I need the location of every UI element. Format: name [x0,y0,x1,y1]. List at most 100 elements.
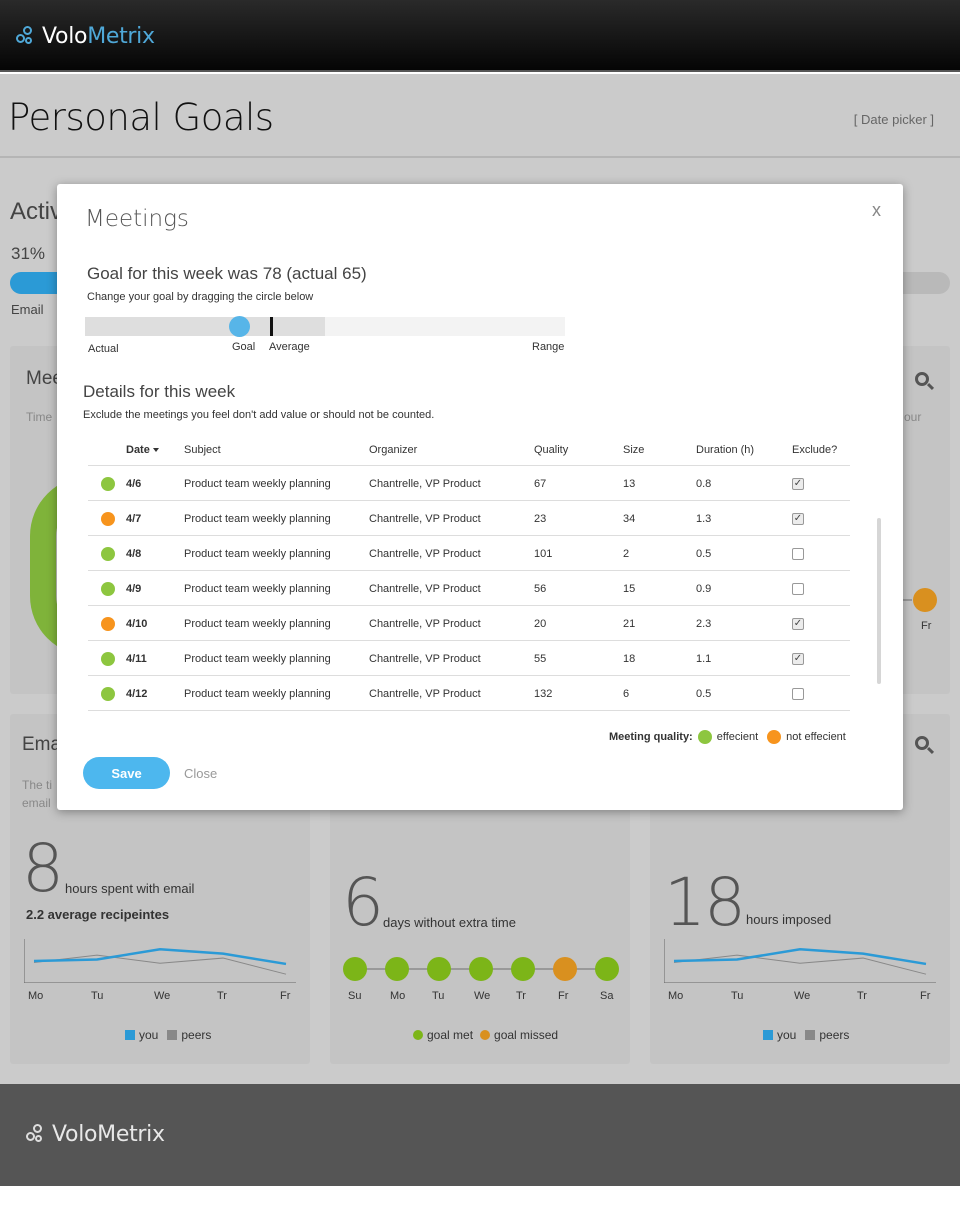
column-header-date[interactable]: Date [126,444,159,456]
day-status-dot [553,957,577,981]
day-label: Tr [217,990,227,1002]
cell-duration: 1.3 [696,513,712,525]
column-header-size[interactable]: Size [623,444,644,456]
day-label: Su [348,990,362,1002]
volometrix-logo-icon [16,25,38,48]
you-series-line [673,948,927,966]
cell-organizer: Chantrelle, VP Product [369,478,481,490]
table-row: 4/12 Product team weekly planning Chantrel… [88,676,850,711]
cell-date: 4/6 [126,478,142,490]
day-label: Mo [28,990,44,1002]
exclude-checkbox[interactable] [792,548,804,560]
exclude-checkbox[interactable]: ✓ [792,618,804,630]
page-title: Personal Goals [8,96,274,139]
cell-organizer: Chantrelle, VP Product [369,688,481,700]
range-shaded-area [85,317,325,336]
you-series-line [33,948,287,966]
exclude-checkbox[interactable]: ✓ [792,653,804,665]
legend-peers-swatch [167,1030,178,1040]
day-label: Tu [731,990,744,1002]
email-avg-recipients: 2.2 average recipeintes [26,907,170,922]
day-label: Tr [857,990,867,1002]
column-header-exclude[interactable]: Exclude? [792,444,837,456]
cell-subject: Product team weekly planning [184,688,331,700]
meeting-quality-legend: Meeting quality: effecient not effecient [609,730,846,744]
quality-status-dot [101,512,115,526]
legend-goal-met-dot [413,1030,423,1040]
imposed-search-icon[interactable] [915,736,935,755]
day-status-dot [469,957,493,981]
table-body: 4/6 Product team weekly planning Chantrell… [88,466,850,711]
imposed-line-chart [664,939,936,983]
extra-time-legend: goal met goal missed [413,1028,558,1042]
cell-duration: 0.5 [696,548,712,560]
cell-quality: 132 [534,688,553,700]
column-header-organizer[interactable]: Organizer [369,444,417,456]
table-row: 4/9 Product team weekly planning Chantrell… [88,571,850,606]
meetings-modal: Meetings x Goal for this week was 78 (ac… [57,184,903,810]
cell-size: 6 [623,688,630,700]
legend-peers-label: peers [181,1028,212,1042]
cell-size: 15 [623,583,636,595]
footer-logo[interactable]: VoloMetrix [26,1122,165,1147]
efficient-dot [697,730,712,744]
quality-status-dot [101,687,115,701]
meetings-card-subtitle: Time [26,410,53,424]
quality-status-dot [101,617,115,631]
top-nav-bar: VoloMetrix [0,0,960,72]
legend-you-swatch [125,1030,135,1040]
cell-size: 13 [623,478,636,490]
activity-section-title: Activ [10,198,63,225]
table-header: Date Subject Organizer Quality Size Dura… [88,440,850,466]
cell-date: 4/11 [126,653,147,665]
cell-organizer: Chantrelle, VP Product [369,513,481,525]
close-button[interactable]: Close [184,766,217,781]
activity-percent: 31% [11,244,46,263]
day-label: Fr [280,990,291,1002]
table-row: 4/6 Product team weekly planning Chantrell… [88,466,850,501]
details-title: Details for this week [83,382,236,401]
close-icon[interactable]: x [872,200,881,221]
average-marker [269,317,273,336]
email-hours-number: 8 [22,830,64,907]
email-line-chart [24,939,296,983]
meetings-day-label: Fr [921,620,932,632]
day-status-dot [343,957,367,981]
exclude-checkbox[interactable]: ✓ [792,478,804,490]
day-label: We [474,990,491,1002]
day-label: Fr [558,990,569,1002]
exclude-checkbox[interactable] [792,688,804,700]
column-header-quality[interactable]: Quality [534,444,568,456]
day-label: Mo [390,990,406,1002]
details-hint: Exclude the meetings you feel don't add … [83,409,435,421]
column-header-date-label: Date [126,444,150,456]
table-scrollbar[interactable] [877,518,881,684]
quality-legend-efficient: effecient [716,731,759,743]
goal-drag-handle[interactable] [228,316,250,337]
goal-range-slider[interactable] [85,316,565,337]
volometrix-logo[interactable]: VoloMetrix [16,24,155,49]
column-header-duration[interactable]: Duration (h) [696,444,754,456]
cell-duration: 0.9 [696,583,712,595]
cell-organizer: Chantrelle, VP Product [369,653,481,665]
quality-legend-not-efficient: not effecient [786,731,846,743]
cell-organizer: Chantrelle, VP Product [369,548,481,560]
day-status-dot [511,957,535,981]
email-legend: you peers [125,1028,211,1042]
meetings-search-icon[interactable] [915,372,935,391]
legend-you-label: you [777,1028,797,1042]
table-row: 4/11 Product team weekly planning Chantrel… [88,641,850,676]
cell-duration: 2.3 [696,618,712,630]
day-label: Tu [432,990,445,1002]
save-button[interactable]: Save [83,757,170,789]
column-header-subject[interactable]: Subject [184,444,221,456]
cell-organizer: Chantrelle, VP Product [369,583,481,595]
range-label-actual: Actual [88,343,119,355]
date-picker[interactable]: [ Date picker ] [854,112,934,127]
exclude-checkbox[interactable]: ✓ [792,513,804,525]
cell-quality: 20 [534,618,547,630]
exclude-checkbox[interactable] [792,583,804,595]
footer-logo-text: VoloMetrix [52,1122,165,1147]
range-label-goal: Goal [232,341,256,353]
cell-duration: 0.5 [696,688,712,700]
